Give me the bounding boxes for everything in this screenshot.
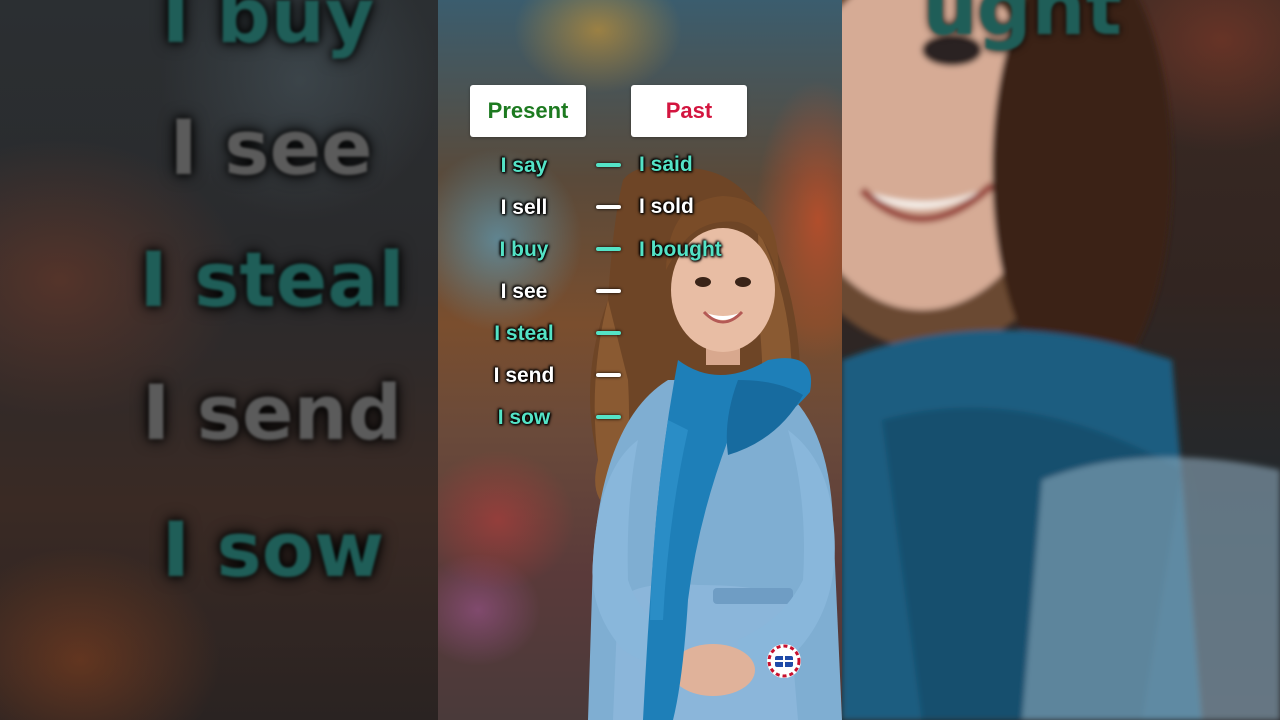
blurred-word: I buy	[161, 0, 375, 60]
past-header: Past	[631, 85, 747, 137]
blurred-background-right: ught	[842, 0, 1280, 720]
blurred-word: I sow	[161, 505, 385, 594]
past-verb: I sold	[639, 195, 694, 218]
present-verb: I send	[493, 364, 555, 387]
dash-separator	[596, 373, 621, 377]
present-verb: I steal	[494, 322, 554, 345]
past-verb: I bought	[639, 238, 722, 261]
flag-book-logo-icon	[767, 644, 801, 678]
present-verb: I say	[500, 154, 548, 177]
blurred-word: ught	[923, 0, 1122, 52]
blurred-word: I send	[141, 368, 403, 457]
dash-separator	[596, 289, 621, 293]
present-verb: I see	[500, 280, 548, 303]
blurred-background-left: I buy I see I steal I send I sow	[0, 0, 438, 720]
blurred-word: I steal	[139, 235, 405, 324]
present-verb: I sow	[497, 406, 551, 429]
dash-separator	[596, 205, 621, 209]
blurred-word: I see	[169, 103, 373, 192]
dash-separator	[596, 247, 621, 251]
dash-separator	[596, 163, 621, 167]
blurred-girl-closeup	[842, 0, 1280, 720]
dash-separator	[596, 415, 621, 419]
dash-separator	[596, 331, 621, 335]
past-verb: I said	[639, 153, 693, 176]
present-header: Present	[470, 85, 586, 137]
present-verb: I buy	[499, 238, 549, 261]
present-verb: I sell	[500, 196, 548, 219]
